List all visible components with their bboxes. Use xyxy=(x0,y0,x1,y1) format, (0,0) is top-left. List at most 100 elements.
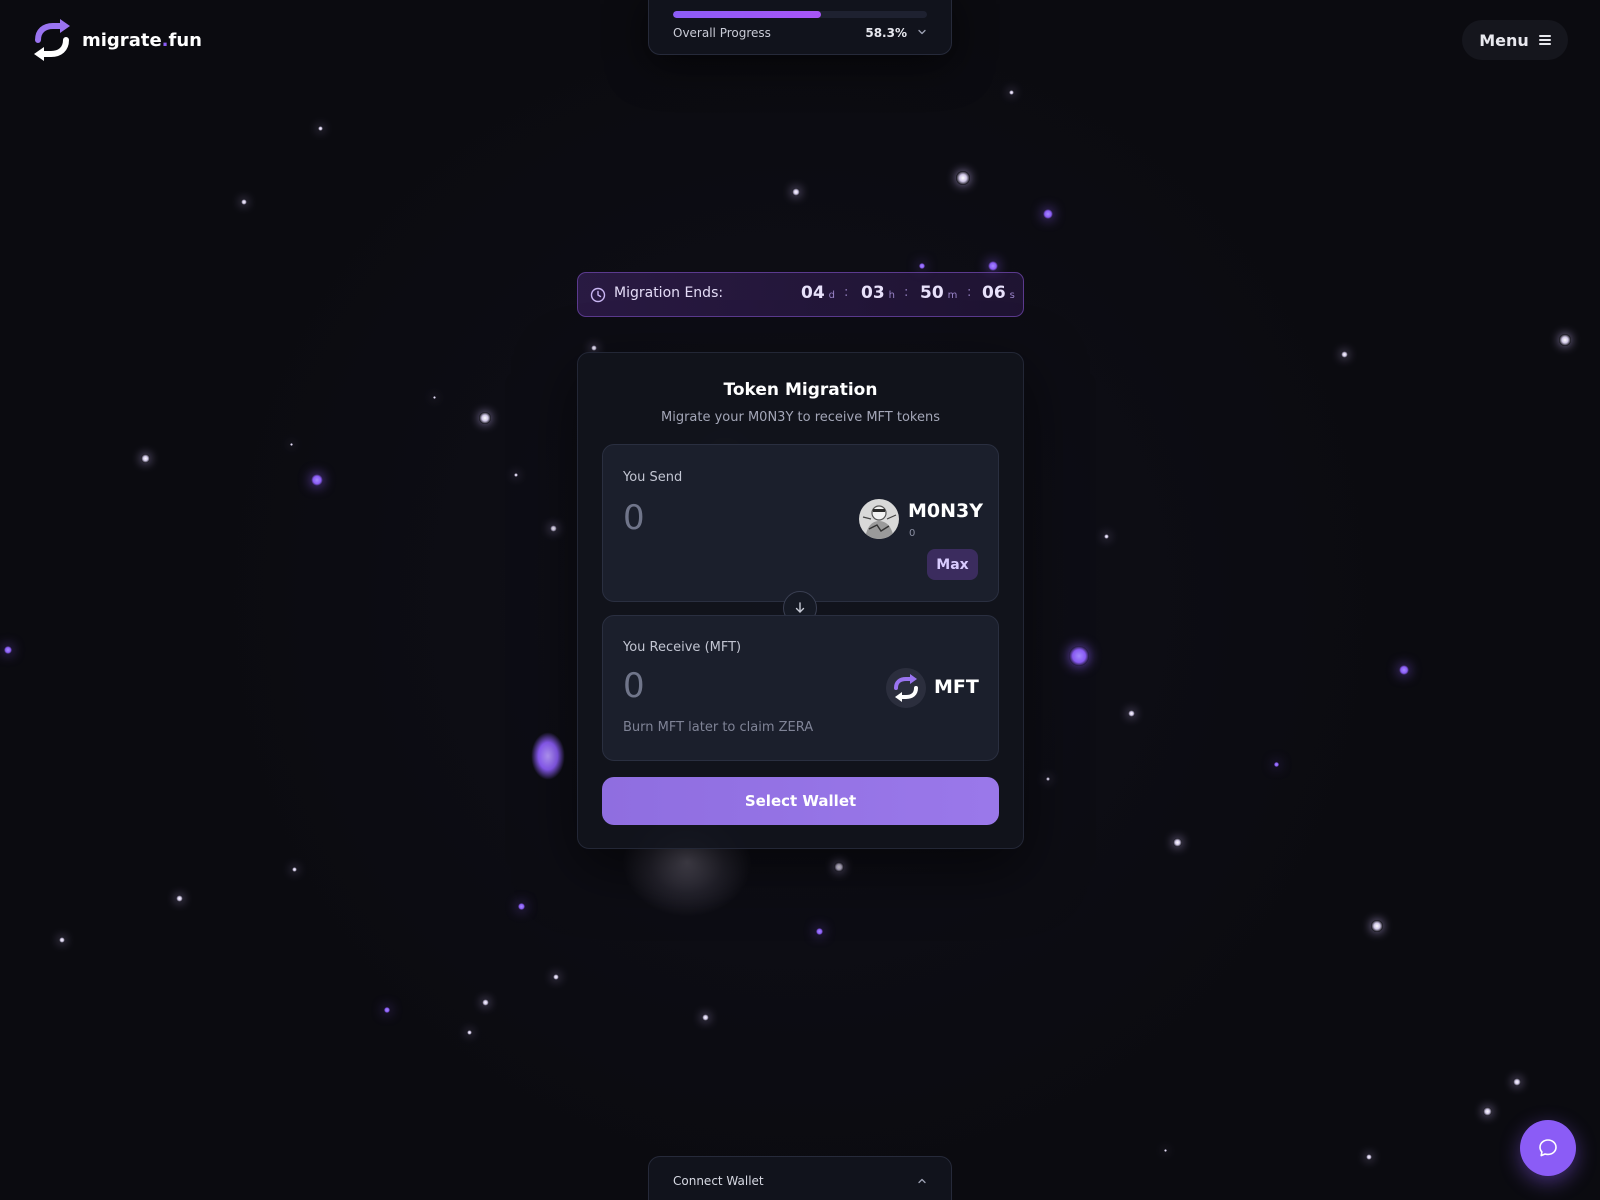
background-particle xyxy=(956,171,970,185)
background-particle xyxy=(4,646,12,654)
background-particle xyxy=(1043,209,1053,219)
brand-name: migrate.fun xyxy=(82,30,202,51)
background-particle xyxy=(241,199,247,205)
background-particle xyxy=(1069,646,1089,666)
background-particle xyxy=(1366,1154,1372,1160)
countdown-separator: : xyxy=(967,285,972,300)
brand-logo[interactable]: migrate.fun xyxy=(32,18,202,62)
send-amount-input[interactable] xyxy=(623,498,823,538)
background-particle xyxy=(919,263,925,269)
background-particle xyxy=(289,442,293,446)
connect-wallet-bar[interactable]: Connect Wallet xyxy=(648,1156,952,1200)
background-particle xyxy=(481,998,489,1006)
countdown-seconds-unit: s xyxy=(1009,290,1015,301)
background-particle xyxy=(1559,334,1571,346)
card-title: Token Migration xyxy=(723,380,878,400)
brand-name-main: migrate xyxy=(82,29,162,51)
brand-name-dot: . xyxy=(161,29,169,51)
background-particle xyxy=(517,902,525,910)
background-particle xyxy=(1163,1148,1167,1152)
background-particle xyxy=(1046,777,1050,781)
hamburger-icon xyxy=(1538,35,1551,45)
page: migrate.fun Menu Overall Progress 58.3% … xyxy=(0,0,1600,1200)
background-particle xyxy=(175,894,183,902)
chevron-down-icon[interactable] xyxy=(917,27,927,37)
background-particle xyxy=(291,866,297,872)
receive-label: You Receive (MFT) xyxy=(623,640,742,655)
background-particle xyxy=(988,261,998,271)
select-wallet-button[interactable]: Select Wallet xyxy=(602,777,999,825)
send-label: You Send xyxy=(623,470,683,485)
sync-arrows-icon xyxy=(34,19,70,61)
card-subtitle: Migrate your M0N3Y to receive MFT tokens xyxy=(660,410,941,425)
token-migration-card: Token Migration Migrate your M0N3Y to re… xyxy=(577,352,1024,849)
background-particle xyxy=(549,524,557,532)
countdown-days-unit: d xyxy=(828,290,836,301)
background-particle xyxy=(1273,761,1279,767)
overall-progress-panel[interactable]: Overall Progress 58.3% xyxy=(648,0,952,55)
background-particle xyxy=(1482,1106,1492,1116)
background-particle xyxy=(514,473,518,477)
brand-name-tld: fun xyxy=(168,29,202,51)
background-particle xyxy=(834,862,844,872)
background-particle xyxy=(1172,837,1182,847)
receive-amount-input[interactable] xyxy=(623,666,823,706)
countdown-minutes: 50 m xyxy=(920,283,957,303)
background-particle xyxy=(140,453,150,463)
background-particle xyxy=(479,412,491,424)
countdown-hours-unit: h xyxy=(888,290,896,301)
arrow-down-icon xyxy=(795,602,805,613)
mft-token-avatar xyxy=(886,668,926,708)
max-button[interactable]: Max xyxy=(927,549,978,580)
background-particle xyxy=(1127,709,1135,717)
progress-label: Overall Progress xyxy=(673,26,771,40)
menu-button[interactable]: Menu xyxy=(1462,20,1568,60)
countdown-days-value: 04 xyxy=(801,283,825,303)
background-particle xyxy=(1371,920,1383,932)
background-particle xyxy=(1103,533,1109,539)
countdown-minutes-unit: m xyxy=(947,290,958,301)
background-particle xyxy=(311,474,323,486)
countdown-seconds-value: 06 xyxy=(982,283,1006,303)
progress-track xyxy=(673,11,927,18)
receive-panel: You Receive (MFT) MFT Burn MFT later to … xyxy=(602,615,999,761)
clock-icon xyxy=(590,287,606,303)
progress-percent: 58.3% xyxy=(865,26,907,40)
background-particle xyxy=(815,927,823,935)
send-token-name: M0N3Y xyxy=(908,500,984,522)
chat-button[interactable] xyxy=(1520,1120,1576,1176)
chevron-up-icon xyxy=(918,1178,926,1184)
send-panel: You Send M0N3Y 0 Max xyxy=(602,444,999,602)
background-particle xyxy=(59,937,65,943)
connect-wallet-label: Connect Wallet xyxy=(673,1174,764,1188)
background-particle xyxy=(701,1013,709,1021)
m0n3y-token-avatar xyxy=(859,499,899,539)
chat-bubble-icon xyxy=(1539,1139,1557,1157)
countdown-label: Migration Ends: xyxy=(614,285,724,301)
background-glow xyxy=(531,732,565,780)
receive-token-name: MFT xyxy=(934,676,979,698)
background-particle xyxy=(591,345,597,351)
background-particle xyxy=(317,125,323,131)
background-particle xyxy=(466,1029,472,1035)
countdown-hours-value: 03 xyxy=(861,283,885,303)
background-particle xyxy=(1513,1078,1521,1086)
countdown-seconds: 06 s xyxy=(982,283,1015,303)
countdown-hours: 03 h xyxy=(861,283,895,303)
countdown-days: 04 d xyxy=(801,283,835,303)
background-particle xyxy=(1399,665,1409,675)
background-particle xyxy=(792,188,800,196)
progress-fill xyxy=(673,11,822,18)
background-particle xyxy=(1340,350,1348,358)
menu-label: Menu xyxy=(1479,30,1529,50)
background-particle xyxy=(384,1007,390,1013)
background-particle xyxy=(553,974,559,980)
send-token-balance: 0 xyxy=(909,528,916,539)
countdown-separator: : xyxy=(904,285,909,300)
background-particle xyxy=(1008,89,1014,95)
migration-countdown: Migration Ends: 04 d : 03 h : 50 m : 06 … xyxy=(577,272,1024,317)
background-particle xyxy=(432,395,436,399)
receive-note: Burn MFT later to claim ZERA xyxy=(623,720,814,735)
countdown-minutes-value: 50 xyxy=(920,283,944,303)
countdown-separator: : xyxy=(844,285,849,300)
